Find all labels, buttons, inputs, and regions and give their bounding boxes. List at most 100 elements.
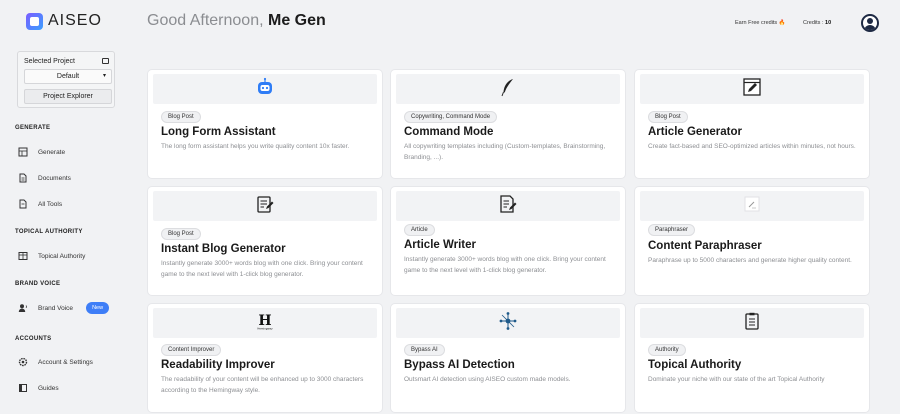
tools-doc-icon bbox=[18, 199, 28, 209]
robot-icon bbox=[255, 77, 275, 102]
sidebar-item-label: Account & Settings bbox=[38, 358, 93, 366]
checklist-icon bbox=[742, 311, 762, 336]
sidebar-item-account-settings[interactable]: Account & Settings bbox=[18, 357, 93, 367]
card-tag: Paraphraser bbox=[648, 224, 696, 236]
document-pen-icon bbox=[498, 194, 518, 219]
new-badge: New bbox=[86, 302, 110, 314]
svg-text:Hemingway: Hemingway bbox=[257, 326, 273, 330]
card-title: Article Generator bbox=[648, 126, 742, 138]
card-tag: Blog Post bbox=[161, 228, 201, 240]
book-icon bbox=[18, 383, 28, 393]
user-name: Me Gen bbox=[267, 12, 326, 29]
card-title: Content Paraphraser bbox=[648, 240, 762, 252]
card-tag: Blog Post bbox=[161, 111, 201, 123]
card-tag: Copywriting, Command Mode bbox=[404, 111, 498, 123]
grid-edit-icon bbox=[18, 147, 28, 157]
card-icon-area bbox=[396, 74, 620, 104]
card-icon-area bbox=[640, 191, 864, 221]
card-title: Topical Authority bbox=[648, 359, 742, 371]
sidebar-item-label: Topical Authority bbox=[38, 252, 86, 260]
sidebar-item-all-tools[interactable]: All Tools bbox=[18, 199, 62, 209]
sidebar-item-label: Documents bbox=[38, 174, 71, 182]
tool-card-article-writer[interactable]: Article Article Writer Instantly generat… bbox=[391, 187, 625, 295]
tool-card-bypass-ai-detection[interactable]: Bypass AI Bypass AI Detection Outsmart A… bbox=[391, 304, 625, 412]
folder-icon[interactable] bbox=[102, 58, 109, 64]
card-icon-area bbox=[396, 308, 620, 338]
sidebar-item-guides[interactable]: Guides bbox=[18, 383, 59, 393]
card-description: Create fact-based and SEO-optimized arti… bbox=[648, 143, 856, 150]
card-icon-area: H Hemingway bbox=[153, 308, 377, 338]
section-topical-authority: TOPICAL AUTHORITY bbox=[15, 229, 83, 235]
tool-card-instant-blog-generator[interactable]: Blog Post Instant Blog Generator Instant… bbox=[148, 187, 382, 295]
card-title: Instant Blog Generator bbox=[161, 243, 286, 255]
feather-icon bbox=[498, 77, 518, 102]
hemingway-icon: H Hemingway bbox=[255, 311, 275, 336]
card-tag: Article bbox=[404, 224, 435, 236]
app-logo[interactable]: AISEO bbox=[26, 12, 102, 30]
card-description: Instantly generate 3000+ words blog with… bbox=[161, 260, 363, 278]
sidebar-item-brand-voice[interactable]: Brand Voice New bbox=[18, 302, 110, 314]
selected-project-label: Selected Project bbox=[24, 58, 75, 65]
project-explorer-button[interactable]: Project Explorer bbox=[24, 89, 112, 104]
sidebar-item-label: Generate bbox=[38, 148, 66, 156]
card-icon-area bbox=[153, 74, 377, 104]
app-name: AISEO bbox=[48, 12, 102, 29]
sidebar-item-topical-authority[interactable]: Topical Authority bbox=[18, 251, 85, 261]
card-tag: Content Improver bbox=[161, 344, 222, 356]
credits-display: Credits : 10 bbox=[803, 20, 831, 26]
project-dropdown[interactable]: Default ▾ bbox=[24, 69, 112, 84]
paraphrase-icon bbox=[742, 194, 762, 219]
card-description: The long form assistant helps you write … bbox=[161, 143, 350, 150]
card-description: All copywriting templates including (Cus… bbox=[404, 143, 606, 161]
card-tag: Authority bbox=[648, 344, 686, 356]
earn-credits-link[interactable]: Earn Free credits 🔥 bbox=[735, 20, 786, 26]
table-icon bbox=[18, 251, 28, 261]
document-icon bbox=[18, 173, 28, 183]
greeting-text: Good Afternoon, bbox=[147, 12, 264, 29]
card-description: The readability of your content will be … bbox=[161, 376, 364, 394]
card-description: Paraphrase up to 5000 characters and gen… bbox=[648, 257, 852, 264]
user-avatar[interactable] bbox=[861, 14, 879, 32]
sidebar-item-label: Guides bbox=[38, 384, 59, 392]
credits-value: 10 bbox=[825, 20, 832, 26]
tool-card-readability-improver[interactable]: H Hemingway Content Improver Readability … bbox=[148, 304, 382, 412]
card-title: Bypass AI Detection bbox=[404, 359, 515, 371]
tool-card-command-mode[interactable]: Copywriting, Command Mode Command Mode A… bbox=[391, 70, 625, 178]
sidebar-item-generate[interactable]: Generate bbox=[18, 147, 65, 157]
tool-card-long-form-assistant[interactable]: Blog Post Long Form Assistant The long f… bbox=[148, 70, 382, 178]
tool-card-topical-authority[interactable]: Authority Topical Authority Dominate you… bbox=[635, 304, 869, 412]
sidebar: AISEO Selected Project Default ▾ Project… bbox=[0, 0, 128, 414]
card-icon-area bbox=[153, 191, 377, 221]
sidebar-item-label: Brand Voice bbox=[38, 304, 74, 312]
card-description: Dominate your niche with our state of th… bbox=[648, 376, 825, 383]
card-title: Command Mode bbox=[404, 126, 494, 138]
edit-window-icon bbox=[742, 77, 762, 102]
project-dropdown-value: Default bbox=[56, 73, 80, 80]
section-generate: GENERATE bbox=[15, 125, 51, 131]
tool-card-content-paraphraser[interactable]: Paraphraser Content Paraphraser Paraphra… bbox=[635, 187, 869, 295]
project-selector-panel: Selected Project Default ▾ Project Explo… bbox=[17, 51, 115, 108]
section-accounts: ACCOUNTS bbox=[15, 336, 52, 342]
gear-icon bbox=[18, 357, 28, 367]
tool-card-article-generator[interactable]: Blog Post Article Generator Create fact-… bbox=[635, 70, 869, 178]
card-description: Outsmart AI detection using AISEO custom… bbox=[404, 376, 571, 383]
card-icon-area bbox=[396, 191, 620, 221]
card-tag: Bypass AI bbox=[404, 344, 445, 356]
sidebar-item-label: All Tools bbox=[38, 200, 63, 208]
aiseo-logo-icon bbox=[26, 12, 43, 30]
card-description: Instantly generate 3000+ words blog with… bbox=[404, 256, 606, 274]
card-tag: Blog Post bbox=[648, 111, 688, 123]
notepad-pen-icon bbox=[255, 194, 275, 219]
card-title: Long Form Assistant bbox=[161, 126, 276, 138]
page-greeting: Good Afternoon, Me Gen bbox=[147, 12, 326, 30]
card-title: Article Writer bbox=[404, 239, 477, 251]
chevron-down-icon: ▾ bbox=[102, 73, 106, 79]
section-brand-voice: BRAND VOICE bbox=[15, 281, 61, 287]
network-icon bbox=[498, 311, 518, 336]
card-title: Readability Improver bbox=[161, 359, 275, 371]
user-voice-icon bbox=[18, 303, 28, 313]
sidebar-item-documents[interactable]: Documents bbox=[18, 173, 71, 183]
card-icon-area bbox=[640, 308, 864, 338]
credits-label: Credits : bbox=[803, 20, 824, 26]
card-icon-area bbox=[640, 74, 864, 104]
